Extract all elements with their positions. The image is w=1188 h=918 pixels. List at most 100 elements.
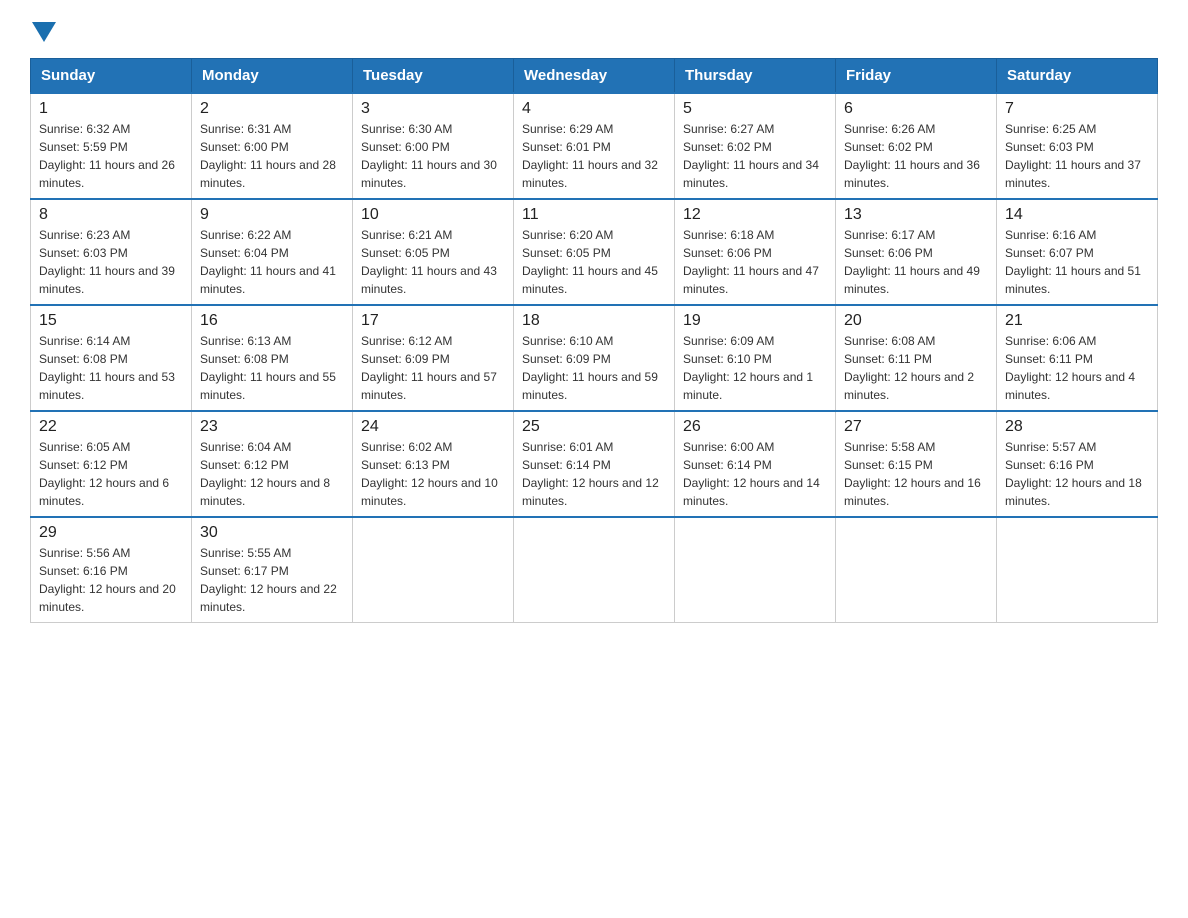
day-number: 28 xyxy=(1005,418,1149,436)
day-number: 1 xyxy=(39,100,183,118)
day-number: 8 xyxy=(39,206,183,224)
day-info: Sunrise: 6:02 AMSunset: 6:13 PMDaylight:… xyxy=(361,438,505,510)
day-info: Sunrise: 6:10 AMSunset: 6:09 PMDaylight:… xyxy=(522,332,666,404)
day-info: Sunrise: 6:31 AMSunset: 6:00 PMDaylight:… xyxy=(200,120,344,192)
calendar-cell xyxy=(514,517,675,623)
calendar-cell: 26 Sunrise: 6:00 AMSunset: 6:14 PMDayligh… xyxy=(675,411,836,517)
weekday-header-wednesday: Wednesday xyxy=(514,59,675,94)
day-number: 21 xyxy=(1005,312,1149,330)
day-number: 17 xyxy=(361,312,505,330)
logo-triangle-icon xyxy=(32,22,56,42)
calendar-cell: 21 Sunrise: 6:06 AMSunset: 6:11 PMDayligh… xyxy=(997,305,1158,411)
calendar-cell: 7 Sunrise: 6:25 AMSunset: 6:03 PMDaylight… xyxy=(997,93,1158,199)
day-info: Sunrise: 6:18 AMSunset: 6:06 PMDaylight:… xyxy=(683,226,827,298)
day-info: Sunrise: 6:06 AMSunset: 6:11 PMDaylight:… xyxy=(1005,332,1149,404)
day-info: Sunrise: 6:26 AMSunset: 6:02 PMDaylight:… xyxy=(844,120,988,192)
day-info: Sunrise: 5:58 AMSunset: 6:15 PMDaylight:… xyxy=(844,438,988,510)
day-info: Sunrise: 6:27 AMSunset: 6:02 PMDaylight:… xyxy=(683,120,827,192)
weekday-header-row: SundayMondayTuesdayWednesdayThursdayFrid… xyxy=(31,59,1158,94)
calendar-week-row: 15 Sunrise: 6:14 AMSunset: 6:08 PMDayligh… xyxy=(31,305,1158,411)
calendar-week-row: 29Sunrise: 5:56 AMSunset: 6:16 PMDayligh… xyxy=(31,517,1158,623)
day-number: 18 xyxy=(522,312,666,330)
day-info: Sunrise: 6:14 AMSunset: 6:08 PMDaylight:… xyxy=(39,332,183,404)
day-number: 22 xyxy=(39,418,183,436)
day-number: 4 xyxy=(522,100,666,118)
day-number: 29 xyxy=(39,524,183,542)
day-info: Sunrise: 6:05 AMSunset: 6:12 PMDaylight:… xyxy=(39,438,183,510)
day-number: 7 xyxy=(1005,100,1149,118)
calendar-cell: 1 Sunrise: 6:32 AMSunset: 5:59 PMDaylight… xyxy=(31,93,192,199)
day-info: Sunrise: 6:32 AMSunset: 5:59 PMDaylight:… xyxy=(39,120,183,192)
calendar-cell: 13 Sunrise: 6:17 AMSunset: 6:06 PMDayligh… xyxy=(836,199,997,305)
day-info: Sunrise: 6:01 AMSunset: 6:14 PMDaylight:… xyxy=(522,438,666,510)
calendar-cell: 6 Sunrise: 6:26 AMSunset: 6:02 PMDaylight… xyxy=(836,93,997,199)
calendar-cell: 2 Sunrise: 6:31 AMSunset: 6:00 PMDaylight… xyxy=(192,93,353,199)
calendar-cell: 18 Sunrise: 6:10 AMSunset: 6:09 PMDayligh… xyxy=(514,305,675,411)
day-info: Sunrise: 6:16 AMSunset: 6:07 PMDaylight:… xyxy=(1005,226,1149,298)
calendar-cell xyxy=(675,517,836,623)
day-number: 24 xyxy=(361,418,505,436)
day-number: 23 xyxy=(200,418,344,436)
calendar-cell: 10Sunrise: 6:21 AMSunset: 6:05 PMDayligh… xyxy=(353,199,514,305)
calendar-table: SundayMondayTuesdayWednesdayThursdayFrid… xyxy=(30,58,1158,623)
calendar-cell: 12 Sunrise: 6:18 AMSunset: 6:06 PMDayligh… xyxy=(675,199,836,305)
calendar-cell: 28 Sunrise: 5:57 AMSunset: 6:16 PMDayligh… xyxy=(997,411,1158,517)
day-info: Sunrise: 6:29 AMSunset: 6:01 PMDaylight:… xyxy=(522,120,666,192)
day-info: Sunrise: 6:25 AMSunset: 6:03 PMDaylight:… xyxy=(1005,120,1149,192)
day-info: Sunrise: 6:00 AMSunset: 6:14 PMDaylight:… xyxy=(683,438,827,510)
calendar-cell: 30Sunrise: 5:55 AMSunset: 6:17 PMDayligh… xyxy=(192,517,353,623)
calendar-cell: 23 Sunrise: 6:04 AMSunset: 6:12 PMDayligh… xyxy=(192,411,353,517)
calendar-cell: 3Sunrise: 6:30 AMSunset: 6:00 PMDaylight… xyxy=(353,93,514,199)
logo xyxy=(30,20,56,42)
calendar-cell: 24 Sunrise: 6:02 AMSunset: 6:13 PMDayligh… xyxy=(353,411,514,517)
calendar-cell: 9Sunrise: 6:22 AMSunset: 6:04 PMDaylight… xyxy=(192,199,353,305)
day-info: Sunrise: 6:17 AMSunset: 6:06 PMDaylight:… xyxy=(844,226,988,298)
day-info: Sunrise: 6:04 AMSunset: 6:12 PMDaylight:… xyxy=(200,438,344,510)
day-number: 15 xyxy=(39,312,183,330)
calendar-cell xyxy=(997,517,1158,623)
day-number: 30 xyxy=(200,524,344,542)
calendar-cell: 8Sunrise: 6:23 AMSunset: 6:03 PMDaylight… xyxy=(31,199,192,305)
day-number: 16 xyxy=(200,312,344,330)
day-number: 26 xyxy=(683,418,827,436)
calendar-cell: 4 Sunrise: 6:29 AMSunset: 6:01 PMDaylight… xyxy=(514,93,675,199)
day-info: Sunrise: 6:09 AMSunset: 6:10 PMDaylight:… xyxy=(683,332,827,404)
day-info: Sunrise: 6:22 AMSunset: 6:04 PMDaylight:… xyxy=(200,226,344,298)
weekday-header-friday: Friday xyxy=(836,59,997,94)
day-number: 10 xyxy=(361,206,505,224)
weekday-header-saturday: Saturday xyxy=(997,59,1158,94)
calendar-cell: 27 Sunrise: 5:58 AMSunset: 6:15 PMDayligh… xyxy=(836,411,997,517)
day-number: 6 xyxy=(844,100,988,118)
calendar-cell: 17 Sunrise: 6:12 AMSunset: 6:09 PMDayligh… xyxy=(353,305,514,411)
calendar-week-row: 8Sunrise: 6:23 AMSunset: 6:03 PMDaylight… xyxy=(31,199,1158,305)
day-number: 3 xyxy=(361,100,505,118)
weekday-header-tuesday: Tuesday xyxy=(353,59,514,94)
day-number: 25 xyxy=(522,418,666,436)
calendar-cell: 11 Sunrise: 6:20 AMSunset: 6:05 PMDayligh… xyxy=(514,199,675,305)
calendar-cell: 14Sunrise: 6:16 AMSunset: 6:07 PMDayligh… xyxy=(997,199,1158,305)
calendar-cell: 19 Sunrise: 6:09 AMSunset: 6:10 PMDayligh… xyxy=(675,305,836,411)
page-header xyxy=(30,20,1158,42)
day-number: 5 xyxy=(683,100,827,118)
day-info: Sunrise: 6:12 AMSunset: 6:09 PMDaylight:… xyxy=(361,332,505,404)
day-info: Sunrise: 6:13 AMSunset: 6:08 PMDaylight:… xyxy=(200,332,344,404)
calendar-cell: 20 Sunrise: 6:08 AMSunset: 6:11 PMDayligh… xyxy=(836,305,997,411)
day-info: Sunrise: 5:57 AMSunset: 6:16 PMDaylight:… xyxy=(1005,438,1149,510)
day-number: 27 xyxy=(844,418,988,436)
calendar-cell: 29Sunrise: 5:56 AMSunset: 6:16 PMDayligh… xyxy=(31,517,192,623)
calendar-cell: 15 Sunrise: 6:14 AMSunset: 6:08 PMDayligh… xyxy=(31,305,192,411)
calendar-cell xyxy=(836,517,997,623)
day-info: Sunrise: 6:08 AMSunset: 6:11 PMDaylight:… xyxy=(844,332,988,404)
day-number: 13 xyxy=(844,206,988,224)
day-number: 19 xyxy=(683,312,827,330)
calendar-cell xyxy=(353,517,514,623)
weekday-header-thursday: Thursday xyxy=(675,59,836,94)
day-number: 11 xyxy=(522,206,666,224)
day-info: Sunrise: 6:20 AMSunset: 6:05 PMDaylight:… xyxy=(522,226,666,298)
day-number: 20 xyxy=(844,312,988,330)
day-number: 2 xyxy=(200,100,344,118)
calendar-cell: 22 Sunrise: 6:05 AMSunset: 6:12 PMDayligh… xyxy=(31,411,192,517)
calendar-week-row: 1 Sunrise: 6:32 AMSunset: 5:59 PMDaylight… xyxy=(31,93,1158,199)
day-number: 12 xyxy=(683,206,827,224)
calendar-week-row: 22 Sunrise: 6:05 AMSunset: 6:12 PMDayligh… xyxy=(31,411,1158,517)
